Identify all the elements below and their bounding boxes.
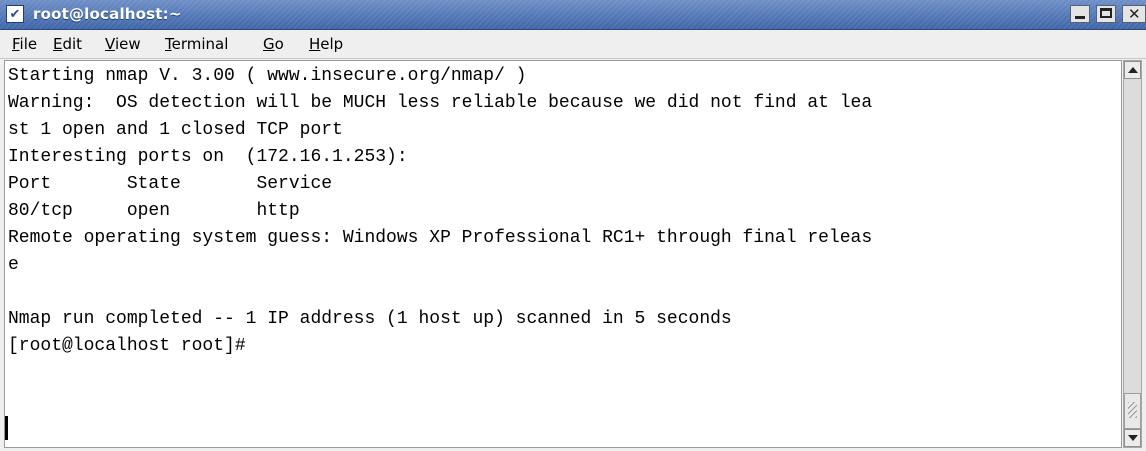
checkmark-icon: ✔ [9,6,21,22]
menu-go[interactable]: Go [263,35,284,53]
menu-terminal[interactable]: Terminal [165,35,228,53]
window-menu-button[interactable]: ✔ [6,5,24,23]
terminal-line: st 1 open and 1 closed TCP port [8,120,343,140]
menu-view-label: iew [114,35,141,53]
menu-terminal-mnemonic: T [165,35,172,53]
terminal-line: Starting nmap V. 3.00 ( www.insecure.org… [8,66,527,86]
maximize-button[interactable] [1096,5,1116,23]
terminal-line: Nmap run completed -- 1 IP address (1 ho… [8,309,732,329]
menu-view[interactable]: View [105,35,141,53]
terminal-window: ✔ root@localhost:~ File Edit View Termin… [0,0,1146,451]
terminal-line: 80/tcp open http [8,201,300,221]
menu-terminal-label: erminal [171,35,229,53]
menu-file-label: ile [19,35,38,53]
scroll-down-arrow-icon[interactable] [1124,429,1141,447]
vertical-scrollbar[interactable] [1123,60,1142,448]
terminal-lines: Starting nmap V. 3.00 ( www.insecure.org… [8,63,872,360]
terminal-line: Interesting ports on (172.16.1.253): [8,147,408,167]
terminal-prompt: [root@localhost root]# [8,336,246,356]
menu-help-label: elp [320,35,344,53]
menu-file-mnemonic: F [12,35,20,53]
title-bar[interactable]: ✔ root@localhost:~ [0,0,1146,30]
text-cursor [5,416,8,440]
window-title: root@localhost:~ [33,5,182,23]
menu-edit[interactable]: Edit [53,35,82,53]
menu-view-mnemonic: V [105,35,115,53]
terminal-line: Warning: OS detection will be MUCH less … [8,93,873,113]
menu-help[interactable]: Help [309,35,343,53]
menu-file[interactable]: File [12,35,37,53]
menu-go-label: o [274,35,284,53]
menu-go-mnemonic: G [263,35,275,53]
terminal-line: Remote operating system guess: Windows X… [8,228,873,248]
menu-edit-label: dit [62,35,83,53]
menu-help-mnemonic: H [309,35,321,53]
terminal-line: e [8,255,19,275]
minimize-button[interactable] [1070,5,1090,23]
terminal-output[interactable]: Starting nmap V. 3.00 ( www.insecure.org… [4,60,1122,448]
scrollbar-thumb[interactable] [1124,393,1141,429]
scroll-up-arrow-icon[interactable] [1124,61,1141,79]
menu-bar: File Edit View Terminal Go Help [0,30,1146,59]
terminal-line: Port State Service [8,174,333,194]
close-button[interactable] [1122,5,1146,23]
